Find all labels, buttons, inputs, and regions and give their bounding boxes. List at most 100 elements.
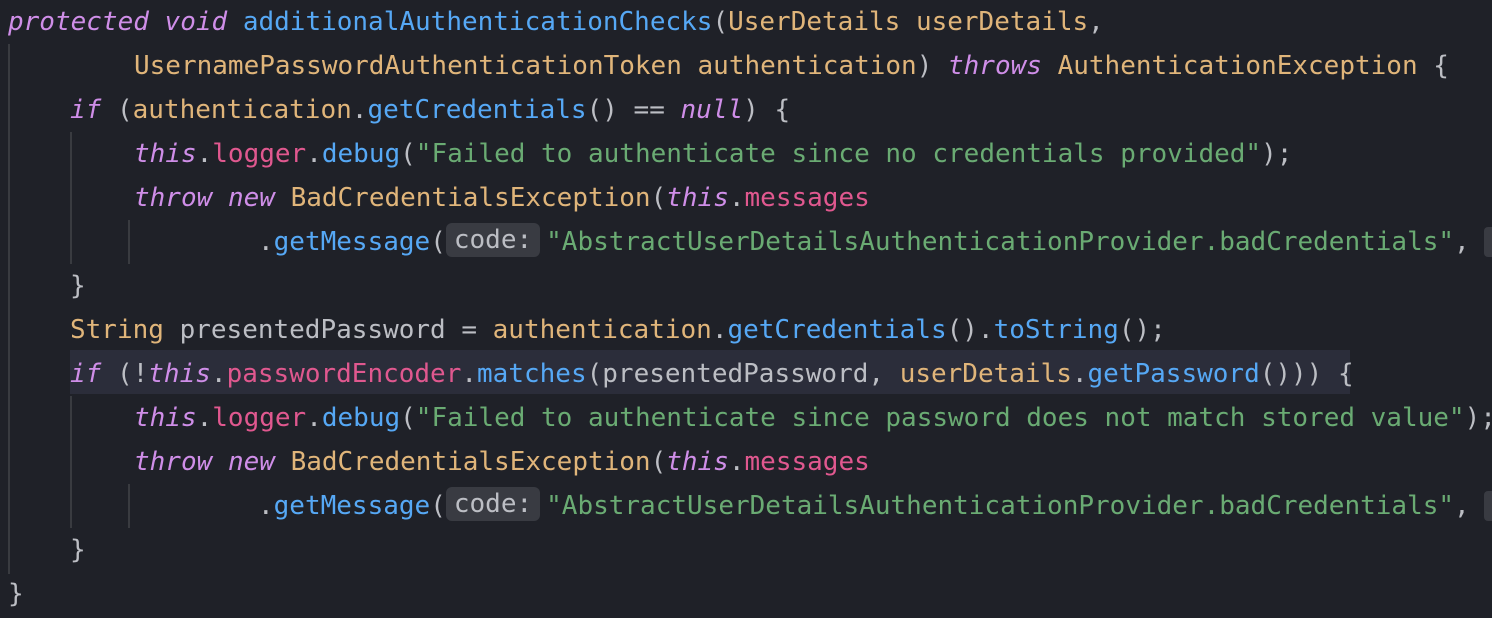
punctuation: . bbox=[306, 403, 322, 433]
punctuation: . bbox=[210, 359, 227, 389]
keyword: throws bbox=[948, 51, 1042, 81]
method-name: toString bbox=[993, 315, 1119, 345]
keyword: new bbox=[227, 183, 275, 213]
keyword: this bbox=[134, 403, 197, 433]
punctuation: ( bbox=[712, 7, 729, 37]
code-line-3[interactable]: if (authentication.getCredentials() == n… bbox=[70, 88, 790, 132]
punctuation: () == bbox=[586, 95, 665, 125]
string-literal: "Failed to authenticate since no credent… bbox=[415, 139, 1262, 169]
string-literal: "AbstractUserDetailsAuthenticationProvid… bbox=[546, 491, 1455, 521]
punctuation: . bbox=[258, 491, 274, 521]
punctuation: . bbox=[351, 95, 368, 125]
keyword: if bbox=[70, 359, 102, 389]
code-line-2[interactable]: UsernamePasswordAuthenticationToken auth… bbox=[134, 44, 1449, 88]
code-line-7[interactable]: } bbox=[70, 264, 86, 308]
keyword: this bbox=[666, 447, 729, 477]
code-line-9[interactable]: if (!this.passwordEncoder.matches(presen… bbox=[70, 352, 1354, 396]
method-name: debug bbox=[321, 139, 401, 169]
parameter: authentication bbox=[132, 95, 352, 125]
punctuation: ) { bbox=[743, 95, 791, 125]
method-name: getCredentials bbox=[367, 95, 587, 125]
parameter-hint: code: bbox=[445, 487, 541, 521]
punctuation: (! bbox=[116, 359, 149, 389]
punctuation: ); bbox=[1464, 403, 1492, 433]
keyword: new bbox=[227, 447, 275, 477]
overflow-hint-marker bbox=[1484, 491, 1492, 521]
identifier: presentedPassword = bbox=[179, 315, 477, 345]
punctuation: ); bbox=[1261, 139, 1293, 169]
method-name: additionalAuthenticationChecks bbox=[242, 7, 713, 37]
parameter: authentication bbox=[492, 315, 712, 345]
code-line-10[interactable]: this.logger.debug("Failed to authenticat… bbox=[134, 396, 1492, 440]
keyword: this bbox=[666, 183, 729, 213]
punctuation: . bbox=[728, 447, 745, 477]
closing-brace: } bbox=[70, 271, 86, 301]
type-name: String bbox=[70, 315, 164, 345]
keyword: this bbox=[134, 139, 197, 169]
punctuation: . bbox=[711, 315, 728, 345]
type-name: BadCredentialsException bbox=[290, 183, 651, 213]
keyword: this bbox=[148, 359, 211, 389]
punctuation: ( bbox=[400, 139, 416, 169]
parameter: userDetails bbox=[899, 359, 1072, 389]
punctuation: (presentedPassword, bbox=[586, 359, 885, 389]
keyword: throw bbox=[134, 447, 213, 477]
punctuation: . bbox=[306, 139, 322, 169]
punctuation: , bbox=[1088, 7, 1104, 37]
method-name: matches bbox=[477, 359, 587, 389]
field-name: logger bbox=[212, 139, 307, 169]
punctuation: ( bbox=[430, 491, 446, 521]
field-name: messages bbox=[744, 183, 870, 213]
parameter: userDetails bbox=[915, 7, 1089, 37]
keyword: void bbox=[164, 7, 228, 37]
punctuation: ) bbox=[916, 51, 933, 81]
punctuation: , bbox=[1454, 491, 1470, 521]
indent-guide bbox=[70, 132, 72, 264]
type-name: BadCredentialsException bbox=[290, 447, 651, 477]
code-line-6[interactable]: .getMessage(code: "AbstractUserDetailsAut… bbox=[258, 220, 1470, 264]
keyword: protected bbox=[8, 7, 149, 37]
punctuation: . bbox=[196, 139, 213, 169]
punctuation: ( bbox=[400, 403, 416, 433]
parameter-hint: code: bbox=[445, 223, 541, 257]
punctuation: { bbox=[1433, 51, 1449, 81]
code-line-14[interactable]: } bbox=[8, 572, 24, 616]
punctuation: . bbox=[196, 403, 213, 433]
method-name: debug bbox=[321, 403, 401, 433]
indent-guide bbox=[70, 396, 72, 528]
field-name: messages bbox=[744, 447, 870, 477]
indent-guide bbox=[128, 220, 130, 264]
keyword: if bbox=[70, 95, 102, 125]
punctuation: ())) { bbox=[1259, 359, 1354, 389]
closing-brace: } bbox=[70, 535, 86, 565]
code-line-11[interactable]: throw new BadCredentialsException(this.m… bbox=[134, 440, 870, 484]
code-line-1[interactable]: protected void additionalAuthenticationC… bbox=[8, 0, 1104, 44]
overflow-hint-marker bbox=[1484, 227, 1492, 257]
method-name: getMessage bbox=[273, 491, 431, 521]
type-name: UsernamePasswordAuthenticationToken bbox=[134, 51, 682, 81]
punctuation: , bbox=[1454, 227, 1470, 257]
string-literal: "AbstractUserDetailsAuthenticationProvid… bbox=[546, 227, 1455, 257]
code-line-8[interactable]: String presentedPassword = authenticatio… bbox=[70, 308, 1166, 352]
method-name: getCredentials bbox=[727, 315, 947, 345]
code-line-12[interactable]: .getMessage(code: "AbstractUserDetailsAut… bbox=[258, 484, 1470, 528]
punctuation: (); bbox=[1118, 315, 1166, 345]
punctuation: ( bbox=[116, 95, 133, 125]
keyword: null bbox=[680, 95, 744, 125]
code-line-13[interactable]: } bbox=[70, 528, 86, 572]
punctuation: . bbox=[728, 183, 745, 213]
code-editor[interactable]: protected void additionalAuthenticationC… bbox=[0, 0, 1492, 618]
field-name: logger bbox=[212, 403, 307, 433]
type-name: UserDetails bbox=[728, 7, 901, 37]
code-line-4[interactable]: this.logger.debug("Failed to authenticat… bbox=[134, 132, 1292, 176]
closing-brace: } bbox=[8, 579, 24, 609]
punctuation: . bbox=[461, 359, 478, 389]
field-name: passwordEncoder bbox=[226, 359, 462, 389]
code-line-5[interactable]: throw new BadCredentialsException(this.m… bbox=[134, 176, 870, 220]
punctuation: ( bbox=[650, 447, 667, 477]
method-name: getPassword bbox=[1087, 359, 1260, 389]
punctuation: ( bbox=[650, 183, 667, 213]
punctuation: . bbox=[258, 227, 274, 257]
string-literal: "Failed to authenticate since password d… bbox=[415, 403, 1465, 433]
punctuation: ( bbox=[430, 227, 446, 257]
